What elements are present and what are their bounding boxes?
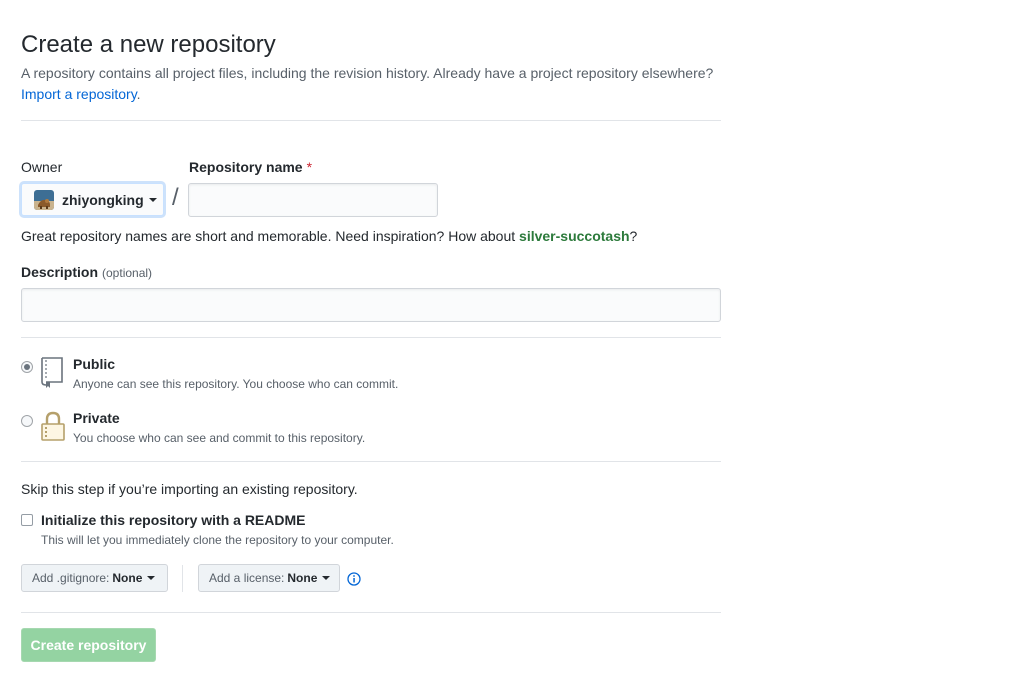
chevron-down-icon bbox=[322, 576, 331, 580]
page-subtitle: A repository contains all project files,… bbox=[21, 63, 721, 105]
repository-name-label: Repository name * bbox=[189, 159, 312, 175]
description-label: Description (optional) bbox=[21, 264, 152, 280]
skip-step-text: Skip this step if you’re importing an ex… bbox=[21, 481, 358, 497]
divider bbox=[21, 337, 721, 338]
private-radio[interactable] bbox=[21, 415, 33, 427]
owner-label: Owner bbox=[21, 159, 63, 175]
info-icon[interactable] bbox=[347, 572, 361, 586]
repository-name-hint: Great repository names are short and mem… bbox=[21, 228, 637, 244]
private-note: You choose who can see and commit to thi… bbox=[73, 431, 366, 445]
page-title: Create a new repository bbox=[21, 31, 276, 58]
license-value: None bbox=[287, 571, 318, 585]
hint-text: Great repository names are short and mem… bbox=[21, 228, 520, 244]
description-input[interactable] bbox=[21, 288, 721, 322]
readme-checkbox[interactable] bbox=[21, 514, 33, 526]
subtitle-text: A repository contains all project files,… bbox=[21, 65, 714, 81]
repository-name-label-text: Repository name bbox=[189, 159, 303, 175]
import-suffix: . bbox=[136, 86, 141, 102]
readme-note: This will let you immediately clone the … bbox=[41, 533, 394, 547]
gitignore-label: Add .gitignore: bbox=[32, 571, 110, 585]
user-avatar bbox=[34, 189, 54, 210]
description-label-text: Description bbox=[21, 264, 99, 280]
gitignore-select-button[interactable]: Add .gitignore: None bbox=[21, 564, 168, 592]
lock-icon bbox=[41, 411, 65, 441]
private-title: Private bbox=[73, 410, 120, 426]
divider bbox=[21, 461, 721, 462]
owner-name: zhiyongking bbox=[62, 191, 144, 208]
optional-note: (optional) bbox=[102, 266, 153, 280]
readme-label[interactable]: Initialize this repository with a README bbox=[41, 512, 305, 528]
import-repository-link[interactable]: Import a repository bbox=[21, 86, 137, 102]
license-label: Add a license: bbox=[209, 571, 285, 585]
gitignore-value: None bbox=[112, 571, 143, 585]
divider bbox=[21, 612, 721, 613]
public-title: Public bbox=[73, 356, 116, 372]
license-select-button[interactable]: Add a license: None bbox=[198, 564, 340, 592]
required-mark: * bbox=[306, 159, 313, 175]
name-suggestion[interactable]: silver-succotash bbox=[519, 228, 630, 244]
hint-suffix: ? bbox=[629, 228, 638, 244]
owner-repo-separator: / bbox=[172, 184, 179, 211]
repository-name-input[interactable] bbox=[188, 183, 438, 217]
divider bbox=[21, 120, 721, 121]
chevron-down-icon bbox=[148, 197, 157, 202]
owner-select-button[interactable]: zhiyongking bbox=[21, 183, 164, 216]
public-radio[interactable] bbox=[21, 361, 33, 373]
repo-book-icon bbox=[41, 357, 63, 388]
create-repository-button[interactable]: Create repository bbox=[21, 628, 156, 662]
vertical-divider bbox=[182, 565, 183, 592]
public-note: Anyone can see this repository. You choo… bbox=[73, 377, 399, 391]
chevron-down-icon bbox=[147, 576, 156, 580]
